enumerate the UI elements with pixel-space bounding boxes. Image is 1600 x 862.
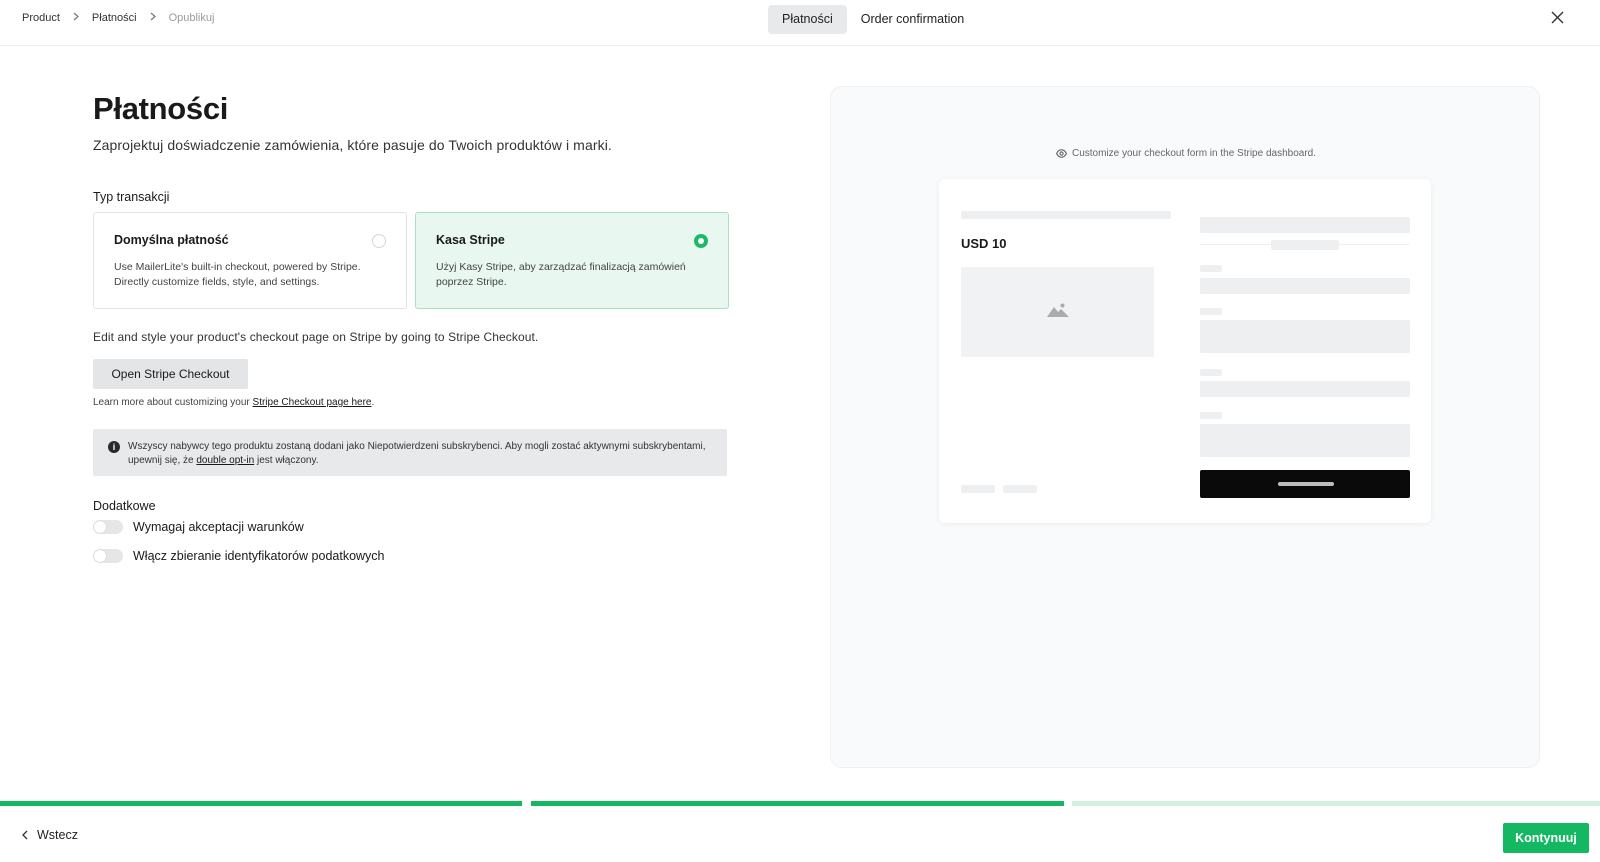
option-title: Kasa Stripe [436, 233, 505, 247]
skeleton-field [1200, 320, 1410, 353]
progress-step-1 [0, 801, 522, 806]
radio-stripe-checkout[interactable] [694, 234, 708, 248]
eye-icon [1056, 149, 1067, 161]
toggle-row-tax-ids: Włącz zbieranie identyfikatorów podatkow… [93, 549, 385, 563]
skeleton-label [1200, 265, 1222, 272]
continue-button[interactable]: Kontynuuj [1503, 823, 1589, 853]
stripe-checkout-link[interactable]: Stripe Checkout page here [253, 397, 372, 408]
breadcrumb-item-product[interactable]: Product [22, 12, 60, 24]
chevron-right-icon [73, 12, 79, 24]
checkout-mockup: USD 10 [939, 179, 1431, 523]
close-button[interactable] [1546, 9, 1568, 31]
tab-bar: Płatności Order confirmation [768, 5, 978, 34]
learn-more-prefix: Learn more about customizing your [93, 397, 253, 408]
option-default-payment[interactable]: Domyślna płatność Use MailerLite's built… [93, 212, 407, 309]
option-title: Domyślna płatność [114, 233, 229, 247]
skeleton-field [1200, 381, 1410, 397]
option-description: Użyj Kasy Stripe, aby zarządzać finaliza… [436, 261, 686, 288]
radio-default-payment[interactable] [372, 234, 386, 248]
learn-more-text: Learn more about customizing your Stripe… [93, 397, 374, 408]
skeleton-label [1200, 412, 1222, 419]
info-text: Wszyscy nabywcy tego produktu zostaną do… [128, 440, 708, 467]
skeleton-line [1003, 485, 1037, 493]
skeleton-label [1200, 308, 1222, 315]
toggle-label: Włącz zbieranie identyfikatorów podatkow… [133, 549, 385, 563]
breadcrumb: Product Płatności Opublikuj [22, 12, 214, 24]
tab-payments[interactable]: Płatności [768, 5, 847, 34]
transaction-type-label: Typ transakcji [93, 190, 170, 204]
progress-step-2 [531, 801, 1064, 806]
double-opt-in-link[interactable]: double opt-in [196, 455, 254, 466]
info-banner: i Wszyscy nabywcy tego produktu zostaną … [93, 429, 727, 476]
checkout-preview: Customize your checkout form in the Stri… [830, 86, 1540, 768]
skeleton-label [1200, 369, 1222, 376]
option-stripe-checkout[interactable]: Kasa Stripe Użyj Kasy Stripe, aby zarząd… [415, 212, 729, 309]
breadcrumb-item-publish[interactable]: Opublikuj [169, 12, 215, 24]
back-label: Wstecz [37, 828, 78, 842]
open-stripe-checkout-button[interactable]: Open Stripe Checkout [93, 359, 248, 389]
option-description: Use MailerLite's built-in checkout, powe… [114, 261, 361, 288]
page-subtitle: Zaprojektuj doświadczenie zamówienia, kt… [93, 137, 612, 153]
skeleton-field [1200, 424, 1410, 457]
mock-product-image [961, 267, 1154, 357]
learn-more-suffix: . [371, 397, 375, 408]
step-progress [0, 801, 1600, 806]
tab-order-confirmation[interactable]: Order confirmation [847, 5, 979, 34]
page-title: Płatności [93, 91, 229, 126]
mock-pay-button [1200, 470, 1410, 498]
back-button[interactable]: Wstecz [22, 828, 78, 842]
skeleton-field [1200, 278, 1410, 294]
mock-price: USD 10 [961, 236, 1007, 251]
skeleton-field [1200, 217, 1410, 233]
top-bar: Product Płatności Opublikuj Płatności Or… [0, 0, 1600, 46]
require-terms-toggle[interactable] [93, 520, 123, 534]
skeleton-line [961, 485, 995, 493]
skeleton-line [961, 211, 1171, 219]
chevron-right-icon [150, 12, 156, 24]
skeleton-line [1271, 240, 1339, 250]
tax-id-collection-toggle[interactable] [93, 549, 123, 563]
extras-label: Dodatkowe [93, 499, 156, 513]
toggle-row-terms: Wymagaj akceptacji warunków [93, 520, 304, 534]
breadcrumb-item-payments[interactable]: Płatności [92, 12, 137, 24]
edit-stripe-text: Edit and style your product's checkout p… [93, 330, 539, 344]
info-icon: i [108, 441, 120, 453]
progress-step-3 [1072, 801, 1600, 806]
info-text-suffix: jest włączony. [254, 454, 319, 466]
preview-hint-text: Customize your checkout form in the Stri… [1071, 148, 1316, 159]
chevron-left-icon [22, 830, 28, 840]
close-icon [1551, 11, 1564, 29]
image-placeholder-icon [1046, 302, 1069, 323]
toggle-label: Wymagaj akceptacji warunków [133, 520, 304, 534]
preview-hint: Customize your checkout form in the Stri… [831, 148, 1541, 161]
